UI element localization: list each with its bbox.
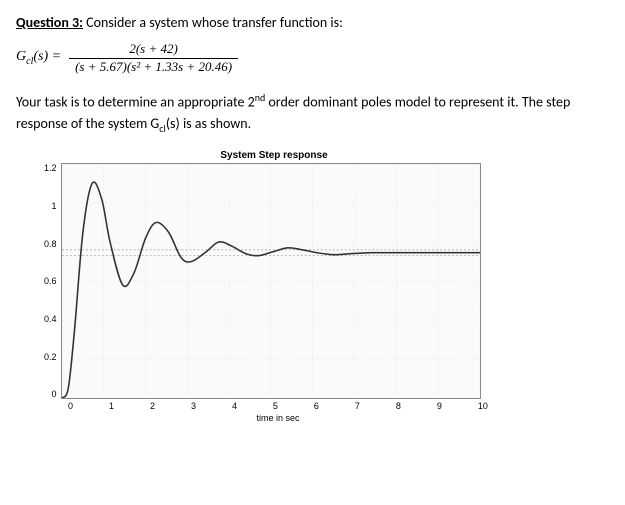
plot-area — [61, 163, 481, 399]
chart-title: System Step response — [44, 150, 504, 161]
step-response-chart: System Step response 1.2 1 0.8 0.6 0.4 0… — [44, 150, 504, 423]
task-text: Your task is to determine an appropriate… — [16, 90, 609, 137]
question-prompt: Consider a system whose transfer functio… — [83, 14, 343, 31]
formula-numerator: 2(s + 42) — [123, 41, 184, 58]
formula-symbol: G — [16, 49, 26, 64]
x-axis-label: time in sec — [68, 413, 488, 423]
question-label: Question 3: — [16, 14, 83, 31]
formula-arg: (s) = — [33, 49, 61, 64]
formula-denominator: (s + 5.67)(s² + 1.33s + 20.46) — [69, 58, 238, 76]
y-axis-ticks: 1.2 1 0.8 0.6 0.4 0.2 0 — [44, 163, 61, 399]
x-axis-ticks: 0 1 2 3 4 5 6 7 8 9 10 — [68, 401, 488, 411]
question-header: Question 3: Consider a system whose tran… — [16, 14, 609, 31]
transfer-function-formula: Gcl(s) = 2(s + 42) (s + 5.67)(s² + 1.33s… — [16, 41, 609, 76]
